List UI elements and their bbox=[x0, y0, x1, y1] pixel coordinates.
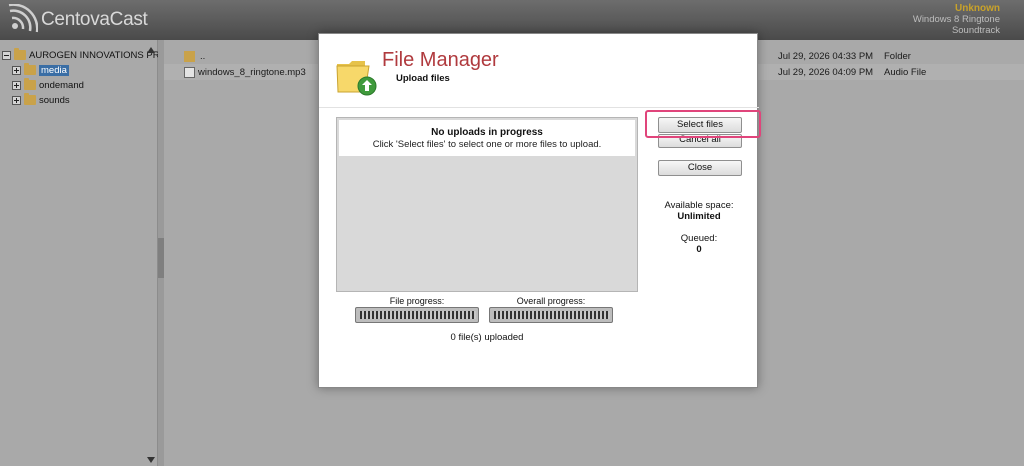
collapse-icon[interactable] bbox=[2, 50, 11, 60]
available-space-value: Unlimited bbox=[677, 211, 721, 222]
dialog-subtitle: Upload files bbox=[396, 73, 450, 84]
folder-icon bbox=[24, 78, 36, 90]
file-date: Jul 29, 2026 04:09 PM bbox=[778, 67, 874, 78]
dialog-title: File Manager bbox=[382, 49, 499, 71]
expand-icon[interactable] bbox=[12, 95, 21, 105]
progress-texture bbox=[360, 311, 476, 319]
file-date: Jul 29, 2026 04:33 PM bbox=[778, 51, 874, 62]
file-name: .. bbox=[200, 51, 206, 62]
close-button[interactable]: Close bbox=[658, 160, 742, 176]
file-name: windows_8_ringtone.mp3 bbox=[198, 67, 306, 78]
overall-progress-bar bbox=[489, 307, 613, 323]
folder-icon bbox=[24, 93, 36, 105]
tree-item-label: media bbox=[39, 64, 69, 76]
queue-hint: Click 'Select files' to select one or mo… bbox=[372, 139, 602, 150]
file-type: Folder bbox=[884, 51, 911, 62]
file-progress-label: File progress: bbox=[389, 296, 445, 306]
queued-label: Queued: bbox=[680, 233, 718, 244]
tree-item-label: sounds bbox=[39, 94, 70, 106]
progress-texture bbox=[494, 311, 610, 319]
scroll-down-icon[interactable] bbox=[147, 457, 155, 463]
now-playing: Unknown Windows 8 Ringtone Soundtrack bbox=[913, 3, 1000, 36]
uploaded-count: 0 file(s) uploaded bbox=[450, 332, 524, 343]
now-playing-album: Soundtrack bbox=[951, 25, 1000, 36]
tree-root[interactable]: AUROGEN INNOVATIONS PR bbox=[2, 48, 160, 62]
tree-item-sounds[interactable]: sounds bbox=[12, 93, 70, 107]
now-playing-track: Windows 8 Ringtone bbox=[912, 14, 1000, 25]
tree-item-media[interactable]: media bbox=[12, 63, 69, 77]
tree-item-label: ondemand bbox=[39, 79, 84, 91]
folder-icon bbox=[14, 48, 26, 60]
scroll-up-icon[interactable] bbox=[147, 47, 155, 53]
overall-progress-label: Overall progress: bbox=[516, 296, 586, 306]
now-playing-title: Unknown bbox=[955, 3, 1000, 14]
brand[interactable]: CentovaCast bbox=[6, 2, 148, 38]
queued-value: 0 bbox=[696, 244, 702, 255]
upload-queue: No uploads in progress Click 'Select fil… bbox=[336, 117, 638, 292]
upload-folder-icon bbox=[336, 61, 377, 96]
folder-icon bbox=[24, 63, 36, 75]
queue-heading: No uploads in progress bbox=[431, 127, 543, 138]
app-name: CentovaCast bbox=[41, 9, 148, 30]
available-space-label: Available space: bbox=[664, 200, 734, 211]
expand-icon[interactable] bbox=[12, 80, 21, 90]
broadcast-logo-icon bbox=[8, 4, 38, 33]
tree-item-ondemand[interactable]: ondemand bbox=[12, 78, 84, 92]
audio-file-icon bbox=[184, 67, 195, 78]
file-manager-dialog: File Manager Upload files No uploads in … bbox=[318, 33, 761, 388]
tree-root-label: AUROGEN INNOVATIONS PR bbox=[29, 49, 160, 61]
divider bbox=[319, 107, 759, 108]
queue-message: No uploads in progress Click 'Select fil… bbox=[339, 120, 635, 156]
select-files-highlight bbox=[645, 110, 761, 138]
expand-icon[interactable] bbox=[12, 65, 21, 75]
file-progress-bar bbox=[355, 307, 479, 323]
folder-icon bbox=[184, 51, 195, 62]
file-type: Audio File bbox=[884, 67, 927, 78]
